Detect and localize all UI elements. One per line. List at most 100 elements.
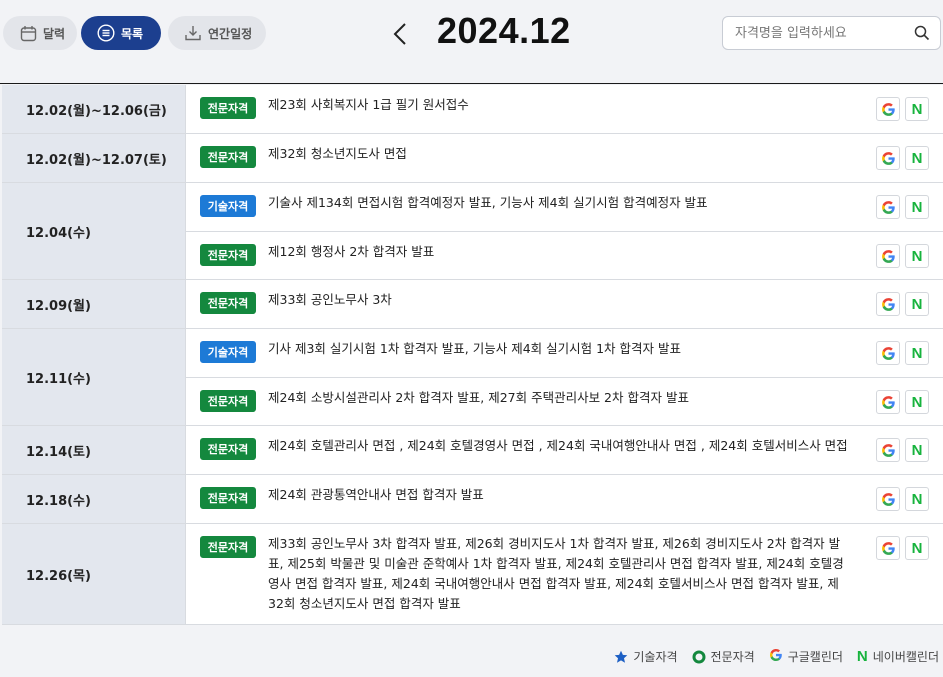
event-row: 기술자격 기사 제3회 실기시험 1차 합격자 발표, 기능사 제4회 실기시험 … — [186, 329, 943, 377]
event-title: 제32회 청소년지도사 면접 — [268, 146, 407, 161]
category-badge: 기술자격 — [200, 195, 256, 217]
calendar-buttons: N — [876, 390, 929, 414]
date-cell: 12.02(월)~12.06(금) — [2, 85, 186, 133]
naver-icon: N — [911, 100, 923, 118]
google-icon — [881, 297, 896, 312]
category-badge: 기술자격 — [200, 341, 256, 363]
date-group: 12.09(월) 전문자격 제33회 공인노무사 3차 N — [2, 279, 943, 328]
add-naver-calendar-button[interactable]: N — [905, 438, 929, 462]
event-title: 제24회 소방시설관리사 2차 합격자 발표, 제27회 주택관리사보 2차 합… — [268, 390, 689, 405]
add-naver-calendar-button[interactable]: N — [905, 195, 929, 219]
add-google-calendar-button[interactable] — [876, 195, 900, 219]
add-naver-calendar-button[interactable]: N — [905, 536, 929, 560]
date-group: 12.26(목) 전문자격 제33회 공인노무사 3차 합격자 발표, 제26회 경… — [2, 523, 943, 624]
event-title: 기술사 제134회 면접시험 합격예정자 발표, 기능사 제4회 실기시험 합격… — [268, 195, 708, 210]
calendar-buttons: N — [876, 536, 929, 560]
google-icon — [881, 541, 896, 556]
category-badge: 전문자격 — [200, 487, 256, 509]
list-view-label: 목록 — [121, 26, 144, 41]
calendar-icon — [18, 23, 38, 43]
top-bar: 달력 목록 연간일정 2024.12 — [0, 0, 943, 84]
category-badge: 전문자격 — [200, 97, 256, 119]
legend-item-technical: 기술자격 — [614, 648, 678, 665]
event-list: 전문자격 제33회 공인노무사 3차 N — [186, 280, 943, 328]
search-input[interactable] — [735, 25, 905, 41]
add-naver-calendar-button[interactable]: N — [905, 390, 929, 414]
date-cell: 12.18(수) — [2, 475, 186, 523]
add-google-calendar-button[interactable] — [876, 341, 900, 365]
event-title: 제12회 행정사 2차 합격자 발표 — [268, 244, 435, 259]
event-list: 전문자격 제32회 청소년지도사 면접 N — [186, 134, 943, 182]
add-naver-calendar-button[interactable]: N — [905, 97, 929, 121]
date-group: 12.02(월)~12.07(토) 전문자격 제32회 청소년지도사 면접 N — [2, 133, 943, 182]
calendar-buttons: N — [876, 244, 929, 268]
event-list: 기술자격 기사 제3회 실기시험 1차 합격자 발표, 기능사 제4회 실기시험 … — [186, 329, 943, 425]
event-title: 제23회 사회복지사 1급 필기 원서접수 — [268, 97, 469, 112]
add-google-calendar-button[interactable] — [876, 390, 900, 414]
google-icon — [881, 102, 896, 117]
date-cell: 12.11(수) — [2, 329, 186, 425]
add-google-calendar-button[interactable] — [876, 438, 900, 462]
google-icon — [881, 346, 896, 361]
date-group: 12.14(토) 전문자격 제24회 호텔관리사 면접 , 제24회 호텔경영사 면… — [2, 425, 943, 474]
add-google-calendar-button[interactable] — [876, 97, 900, 121]
search-icon[interactable] — [914, 25, 930, 41]
legend-item-google: 구글캘린더 — [769, 648, 843, 665]
add-google-calendar-button[interactable] — [876, 536, 900, 560]
event-list: 전문자격 제24회 관광통역안내사 면접 합격자 발표 N — [186, 475, 943, 523]
naver-icon: N — [911, 344, 923, 362]
date-group: 12.18(수) 전문자격 제24회 관광통역안내사 면접 합격자 발표 N — [2, 474, 943, 523]
calendar-buttons: N — [876, 292, 929, 316]
current-month-title: 2024.12 — [437, 10, 571, 51]
add-naver-calendar-button[interactable]: N — [905, 487, 929, 511]
calendar-buttons: N — [876, 487, 929, 511]
calendar-view-button[interactable]: 달력 — [3, 16, 77, 50]
legend-item-naver: N 네이버캘린더 — [857, 648, 939, 665]
add-naver-calendar-button[interactable]: N — [905, 341, 929, 365]
download-icon — [183, 23, 203, 43]
naver-icon: N — [911, 247, 923, 265]
category-badge: 전문자격 — [200, 438, 256, 460]
add-google-calendar-button[interactable] — [876, 487, 900, 511]
star-icon — [615, 650, 628, 663]
naver-icon: N — [911, 441, 923, 459]
event-title: 기사 제3회 실기시험 1차 합격자 발표, 기능사 제4회 실기시험 1차 합… — [268, 341, 681, 356]
add-google-calendar-button[interactable] — [876, 146, 900, 170]
calendar-buttons: N — [876, 97, 929, 121]
add-google-calendar-button[interactable] — [876, 244, 900, 268]
google-icon — [881, 395, 896, 410]
add-naver-calendar-button[interactable]: N — [905, 244, 929, 268]
event-list: 전문자격 제33회 공인노무사 3차 합격자 발표, 제26회 경비지도사 1차 … — [186, 524, 943, 624]
legend-item-professional: 전문자격 — [692, 648, 755, 665]
event-row: 전문자격 제24회 관광통역안내사 면접 합격자 발표 N — [186, 475, 943, 523]
date-group: 12.02(월)~12.06(금) 전문자격 제23회 사회복지사 1급 필기 원서… — [2, 85, 943, 133]
google-icon — [769, 648, 783, 665]
calendar-view-label: 달력 — [43, 26, 66, 41]
list-view-button[interactable]: 목록 — [81, 16, 161, 50]
date-group: 12.11(수) 기술자격 기사 제3회 실기시험 1차 합격자 발표, 기능사 제… — [2, 328, 943, 425]
add-naver-calendar-button[interactable]: N — [905, 146, 929, 170]
circle-icon — [692, 650, 706, 663]
event-row: 전문자격 제33회 공인노무사 3차 N — [186, 280, 943, 328]
event-row: 전문자격 제24회 호텔관리사 면접 , 제24회 호텔경영사 면접 , 제24회… — [186, 426, 943, 474]
google-icon — [881, 492, 896, 507]
naver-icon: N — [856, 648, 868, 665]
naver-icon: N — [911, 393, 923, 411]
naver-icon: N — [911, 295, 923, 313]
event-row: 전문자격 제24회 소방시설관리사 2차 합격자 발표, 제27회 주택관리사보 … — [186, 377, 943, 425]
legend: 기술자격 전문자격 구글캘린더 N 네이버캘린더 — [614, 648, 939, 665]
category-badge: 전문자격 — [200, 536, 256, 558]
search-box — [722, 16, 941, 50]
add-naver-calendar-button[interactable]: N — [905, 292, 929, 316]
event-row: 기술자격 기술사 제134회 면접시험 합격예정자 발표, 기능사 제4회 실기시… — [186, 183, 943, 231]
legend-label-professional: 전문자격 — [710, 650, 755, 664]
naver-icon: N — [911, 490, 923, 508]
calendar-buttons: N — [876, 195, 929, 219]
annual-schedule-button[interactable]: 연간일정 — [168, 16, 266, 50]
date-group: 12.04(수) 기술자격 기술사 제134회 면접시험 합격예정자 발표, 기능사… — [2, 182, 943, 279]
add-google-calendar-button[interactable] — [876, 292, 900, 316]
previous-month-button[interactable] — [388, 18, 412, 50]
legend-label-google: 구글캘린더 — [787, 650, 843, 664]
event-title: 제33회 공인노무사 3차 합격자 발표, 제26회 경비지도사 1차 합격자 … — [268, 536, 844, 611]
category-badge: 전문자격 — [200, 146, 256, 168]
